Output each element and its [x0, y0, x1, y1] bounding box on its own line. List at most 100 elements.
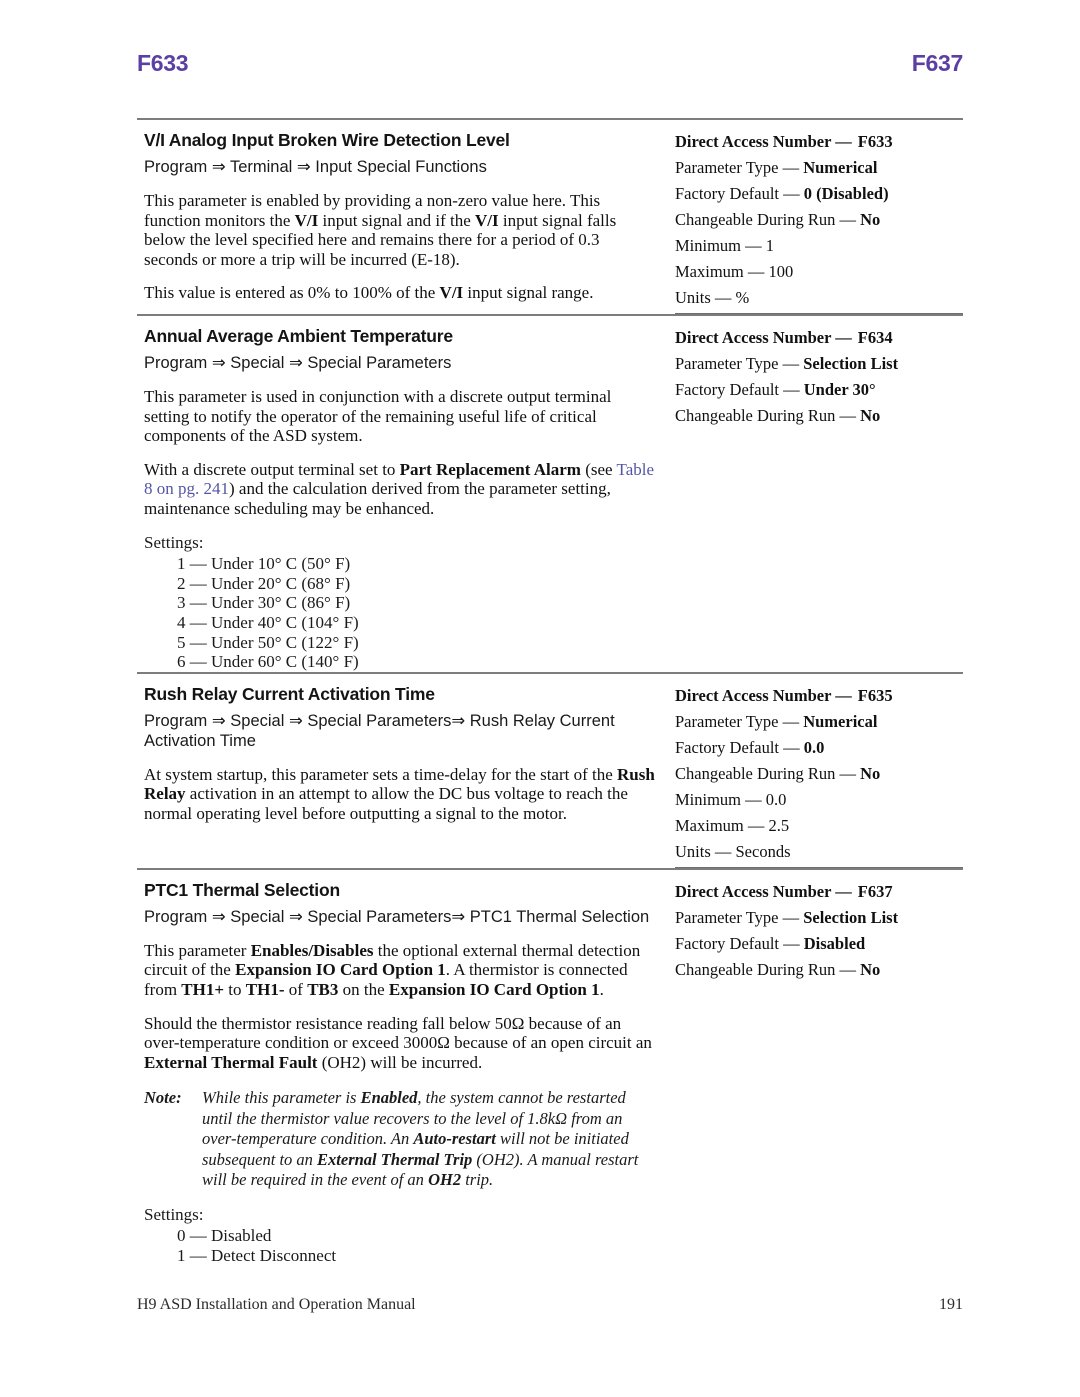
spec-row: Parameter Type — Selection List [675, 351, 963, 377]
spec-row: Factory Default — Disabled [675, 931, 963, 957]
spec-key: Direct Access Number — [675, 685, 852, 705]
spec-value: F635 [857, 685, 893, 705]
menu-path: Program ⇒ Terminal ⇒ Input Special Funct… [144, 158, 487, 176]
spec-row: Factory Default — Under 30° [675, 377, 963, 403]
spec-key: Factory Default — [675, 184, 804, 203]
footer-manual-title: H9 ASD Installation and Operation Manual [137, 1296, 416, 1313]
spec-row-direct-access-number: Direct Access Number — F634 [675, 316, 963, 351]
spec-row: Units — % [675, 285, 963, 311]
text-run: of [284, 979, 308, 999]
text-run: (OH2) will be incurred. [317, 1052, 483, 1072]
page-title: Annual Average Ambient Temperature [144, 326, 453, 346]
spec-column-f635: Direct Access Number — F635 Parameter Typ… [665, 674, 963, 868]
spec-box: Direct Access Number — F634 Parameter Typ… [675, 316, 963, 431]
bold-term: V/I [294, 210, 319, 230]
spec-row-direct-access-number: Direct Access Number — F637 [675, 870, 963, 905]
description-paragraph: This parameter is used in conjunction wi… [144, 387, 612, 446]
spec-key: Maximum — 100 [675, 262, 794, 281]
settings-label: Settings: [144, 1204, 204, 1224]
spec-box: Direct Access Number — F633 Parameter Typ… [675, 120, 963, 314]
spec-key: Maximum — 2.5 [675, 815, 790, 835]
spec-list: Direct Access Number — F637 Parameter Typ… [675, 870, 963, 983]
spec-row: Factory Default — 0.0 [675, 735, 963, 761]
bold-term: TH1- [245, 979, 285, 999]
list-item: 6 — Under 60° C (140° F) [177, 652, 359, 672]
list-item: 2 — Under 20° C (68° F) [177, 573, 351, 593]
spec-value: No [860, 406, 881, 425]
note-block: Note: While this parameter is Enabled, t… [144, 1088, 655, 1191]
page-footer: H9 ASD Installation and Operation Manual… [137, 1296, 963, 1314]
note-label: Note: [144, 1088, 182, 1108]
footer-page-number: 191 [939, 1296, 963, 1313]
bold-term: Auto-restart [413, 1129, 496, 1149]
list-item: 4 — Under 40° C (104° F) [177, 612, 359, 632]
spec-row: Changeable During Run — No [675, 207, 963, 233]
spec-row: Maximum — 100 [675, 259, 963, 285]
spec-key: Minimum — 1 [675, 236, 775, 255]
list-item: 1 — Detect Disconnect [177, 1245, 337, 1265]
bold-term: Part Replacement Alarm [399, 459, 581, 479]
spec-value: 0 (Disabled) [803, 184, 889, 203]
header-right-parameter: F637 [911, 50, 964, 76]
description-paragraph: Should the thermistor resistance reading… [144, 1014, 655, 1073]
page-title: PTC1 Thermal Selection [144, 879, 340, 900]
spec-value: F634 [857, 328, 893, 347]
spec-key: Changeable During Run — [675, 959, 861, 979]
page-title: V/I Analog Input Broken Wire Detection L… [144, 130, 510, 150]
spec-row: Parameter Type — Numerical [675, 155, 963, 181]
bold-term: Expansion IO Card Option 1 [388, 979, 600, 999]
spec-key: Direct Access Number — [675, 881, 852, 901]
text-run: on the [338, 979, 389, 999]
text-run: At system startup, this parameter sets a… [144, 764, 618, 784]
spec-row: Minimum — 1 [675, 233, 963, 259]
description-paragraph: With a discrete output terminal set to P… [144, 460, 655, 519]
spec-value: Selection List [803, 907, 899, 927]
spec-key: Parameter Type — [675, 354, 804, 373]
spec-key: Parameter Type — [675, 711, 804, 731]
spec-key: Factory Default — [675, 737, 804, 757]
section-body-f634: Annual Average Ambient Temperature Progr… [137, 316, 665, 672]
spec-list: Direct Access Number — F635 Parameter Typ… [675, 674, 963, 865]
page-content: V/I Analog Input Broken Wire Detection L… [137, 118, 963, 1266]
bold-term: OH2 [428, 1170, 462, 1190]
menu-path: Program ⇒ Special ⇒ Special Parameters⇒ … [144, 711, 615, 750]
bold-term: V/I [475, 210, 499, 230]
settings-list: 0 — Disabled 1 — Detect Disconnect [137, 1226, 655, 1265]
spec-row: Changeable During Run — No [675, 761, 963, 787]
spec-column-f637: Direct Access Number — F637 Parameter Typ… [665, 870, 963, 1266]
settings-label: Settings: [144, 532, 204, 552]
parameter-section-f634: Annual Average Ambient Temperature Progr… [137, 314, 963, 672]
description-paragraph: At system startup, this parameter sets a… [144, 765, 655, 824]
bold-term: External Thermal Trip [317, 1149, 473, 1169]
spec-value: Numerical [803, 158, 878, 177]
spec-value: F633 [857, 132, 893, 151]
list-item: 1 — Under 10° C (50° F) [177, 554, 351, 574]
spec-key: Factory Default — [675, 380, 804, 399]
spec-box: Direct Access Number — F635 Parameter Typ… [675, 674, 963, 868]
bold-term: Enabled [360, 1088, 418, 1108]
description-paragraph: This value is entered as 0% to 100% of t… [144, 283, 655, 303]
menu-path: Program ⇒ Special ⇒ Special Parameters⇒ … [144, 907, 650, 926]
spec-row: Units — Seconds [675, 839, 963, 865]
spec-value: No [860, 210, 881, 229]
spec-value: Disabled [803, 933, 866, 953]
parameter-section-f635: Rush Relay Current Activation Time Progr… [137, 671, 963, 868]
spec-row-direct-access-number: Direct Access Number — F635 [675, 674, 963, 709]
spec-row: Maximum — 2.5 [675, 813, 963, 839]
bold-term: Enables/Disables [250, 940, 374, 960]
bold-term: V/I [439, 283, 464, 303]
description-paragraph: This parameter is enabled by providing a… [144, 191, 655, 269]
text-run: to [224, 979, 246, 999]
section-body-f633: V/I Analog Input Broken Wire Detection L… [137, 120, 665, 314]
spec-list: Direct Access Number — F633 Parameter Typ… [675, 120, 963, 311]
spec-column-f634: Direct Access Number — F634 Parameter Typ… [665, 316, 963, 672]
bold-term: External Thermal Fault [144, 1052, 318, 1072]
spec-key: Minimum — 0.0 [675, 789, 787, 809]
document-page: F633 F637 V/I Analog Input Broken Wire D… [0, 0, 1080, 1397]
text-run: input signal and if the [318, 210, 476, 230]
list-item: 0 — Disabled [177, 1226, 272, 1246]
spec-value: Selection List [803, 354, 899, 373]
list-item: 3 — Under 30° C (86° F) [177, 593, 351, 613]
spec-row: Changeable During Run — No [675, 403, 963, 429]
spec-row-direct-access-number: Direct Access Number — F633 [675, 120, 963, 155]
